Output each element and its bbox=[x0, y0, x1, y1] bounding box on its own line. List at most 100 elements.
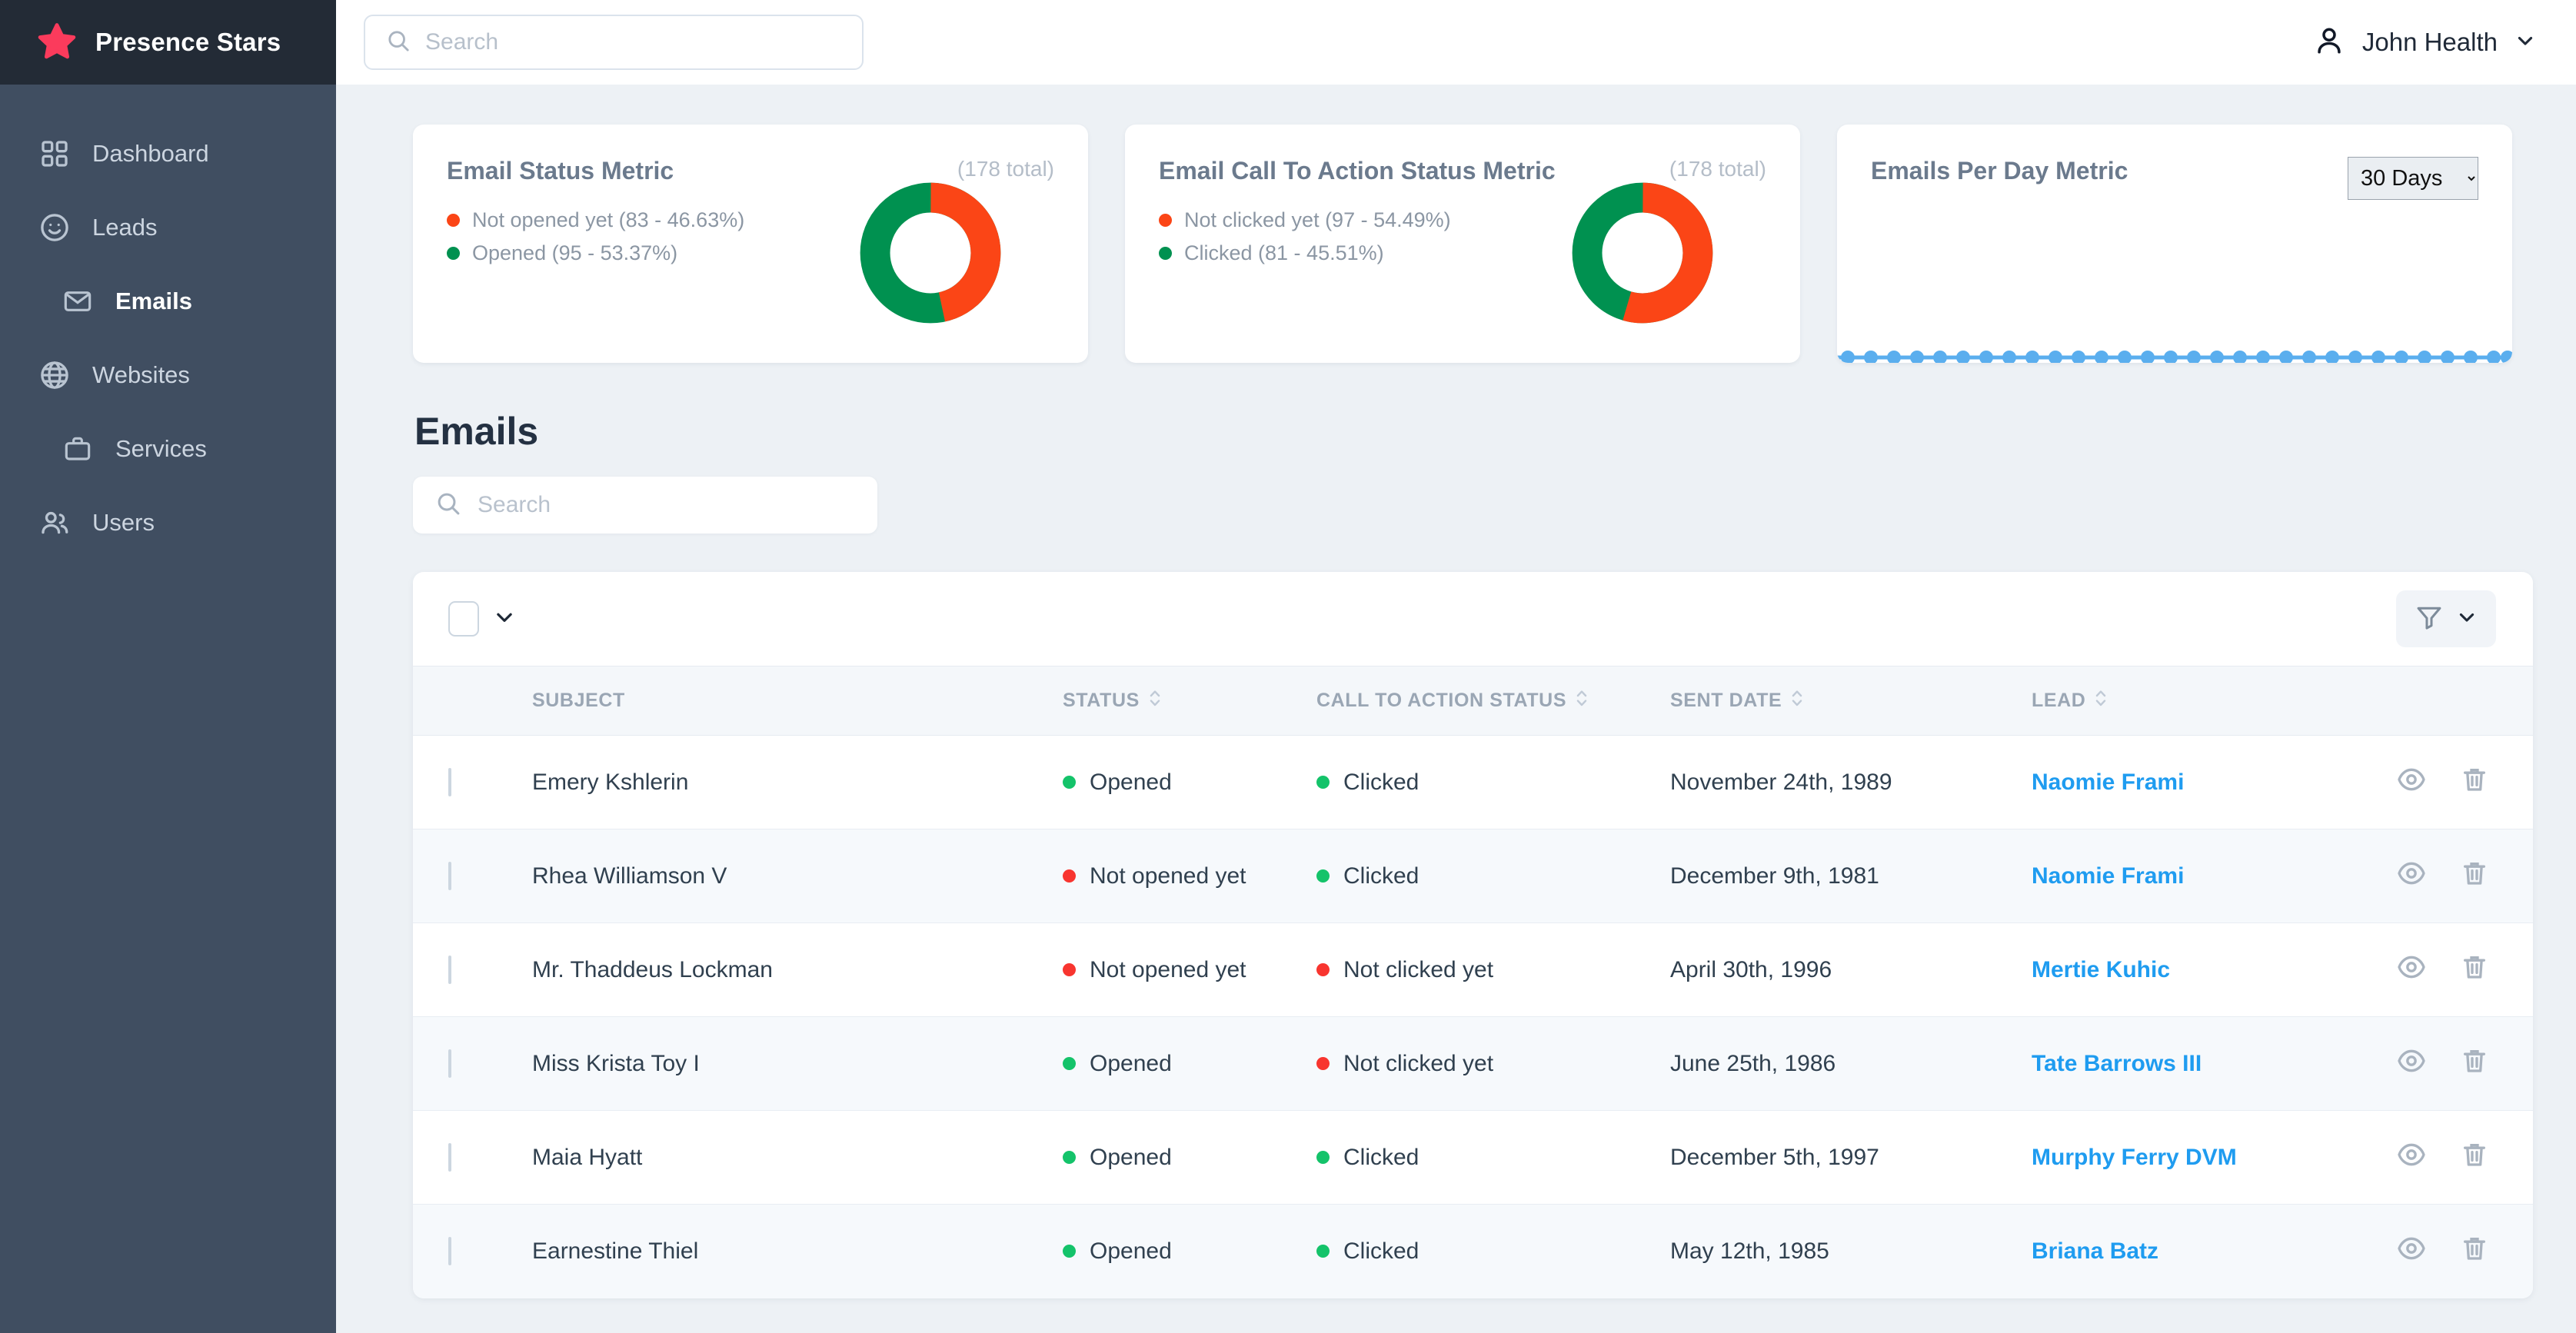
row-checkbox[interactable] bbox=[448, 956, 451, 984]
cell-status: Not opened yet bbox=[1063, 923, 1316, 1017]
trash-icon[interactable] bbox=[2459, 858, 2490, 895]
cell-subject: Miss Krista Toy I bbox=[532, 1017, 1063, 1111]
range-select[interactable]: 30 Days bbox=[2348, 157, 2478, 200]
chevron-down-icon bbox=[2456, 607, 2478, 632]
subject-text: Miss Krista Toy I bbox=[532, 1051, 700, 1076]
sent-date-text: November 24th, 1989 bbox=[1670, 770, 1892, 795]
eye-icon[interactable] bbox=[2396, 858, 2427, 895]
eye-icon[interactable] bbox=[2396, 1139, 2427, 1176]
lead-link[interactable]: Mertie Kuhic bbox=[2032, 957, 2170, 982]
legend-dot bbox=[1159, 214, 1172, 227]
cell-status: Opened bbox=[1063, 1205, 1316, 1298]
th-label: CALL TO ACTION STATUS bbox=[1316, 690, 1566, 712]
eye-icon[interactable] bbox=[2396, 952, 2427, 989]
cell-cta-status: Clicked bbox=[1316, 736, 1670, 829]
eye-icon[interactable] bbox=[2396, 1233, 2427, 1270]
table-row[interactable]: Earnestine Thiel Opened Clicked May 12th… bbox=[413, 1205, 2533, 1298]
legend-label: Opened (95 - 53.37%) bbox=[472, 241, 677, 265]
table-body: Emery Kshlerin Opened Clicked November 2… bbox=[413, 736, 2533, 1298]
sidebar-item-services[interactable]: Services bbox=[0, 412, 336, 486]
table-row[interactable]: Mr. Thaddeus Lockman Not opened yet Not … bbox=[413, 923, 2533, 1017]
chevron-down-icon[interactable] bbox=[493, 606, 516, 633]
lead-link[interactable]: Briana Batz bbox=[2032, 1238, 2158, 1264]
range-select-wrap: 30 Days bbox=[2348, 157, 2478, 200]
search-icon bbox=[434, 490, 462, 521]
row-checkbox[interactable] bbox=[448, 1237, 451, 1265]
search-icon bbox=[385, 28, 411, 58]
lead-link[interactable]: Murphy Ferry DVM bbox=[2032, 1145, 2237, 1170]
row-checkbox[interactable] bbox=[448, 768, 451, 796]
row-checkbox-cell bbox=[413, 829, 532, 923]
row-checkbox-cell bbox=[413, 1017, 532, 1111]
cell-sent-date: December 9th, 1981 bbox=[1670, 829, 2032, 923]
sort-icon bbox=[2095, 686, 2107, 715]
cell-status: Opened bbox=[1063, 1017, 1316, 1111]
table-row[interactable]: Rhea Williamson V Not opened yet Clicked… bbox=[413, 829, 2533, 923]
lead-link[interactable]: Naomie Frami bbox=[2032, 863, 2184, 889]
search-input[interactable] bbox=[425, 29, 842, 55]
status-text: Not opened yet bbox=[1090, 957, 1246, 983]
emails-table-card: SUBJECT STATUS bbox=[413, 572, 2533, 1298]
th-label: STATUS bbox=[1063, 690, 1140, 712]
sidebar-item-dashboard[interactable]: Dashboard bbox=[0, 117, 336, 191]
table-row[interactable]: Maia Hyatt Opened Clicked December 5th, … bbox=[413, 1111, 2533, 1205]
status-text: Opened bbox=[1090, 1145, 1172, 1171]
trash-icon[interactable] bbox=[2459, 1139, 2490, 1176]
emails-search[interactable] bbox=[413, 477, 877, 534]
email-status-metric-card: Email Status Metric (178 total) Not open… bbox=[413, 125, 1088, 363]
sidebar-item-emails[interactable]: Emails bbox=[0, 264, 336, 338]
lead-link[interactable]: Naomie Frami bbox=[2032, 770, 2184, 795]
th-cta-status[interactable]: CALL TO ACTION STATUS bbox=[1316, 666, 1670, 736]
cta-status-dot bbox=[1316, 1057, 1330, 1070]
legend-dot bbox=[1159, 247, 1172, 260]
cell-actions bbox=[2431, 736, 2533, 829]
cell-sent-date: May 12th, 1985 bbox=[1670, 1205, 2032, 1298]
cta-status-text: Clicked bbox=[1343, 770, 1419, 796]
cell-subject: Maia Hyatt bbox=[532, 1111, 1063, 1205]
row-checkbox[interactable] bbox=[448, 1143, 451, 1172]
th-label: SUBJECT bbox=[532, 690, 625, 712]
eye-icon[interactable] bbox=[2396, 764, 2427, 801]
row-checkbox[interactable] bbox=[448, 862, 451, 890]
sidebar-item-leads[interactable]: Leads bbox=[0, 191, 336, 264]
cta-status-dot bbox=[1316, 869, 1330, 883]
global-search[interactable] bbox=[364, 15, 864, 70]
card-title: Email Status Metric bbox=[447, 157, 674, 185]
emails-per-day-metric-card: Emails Per Day Metric 30 Days bbox=[1837, 125, 2512, 363]
row-checkbox-cell bbox=[413, 923, 532, 1017]
legend-dot bbox=[447, 214, 460, 227]
th-lead[interactable]: LEAD bbox=[2032, 666, 2431, 736]
brand-header[interactable]: Presence Stars bbox=[0, 0, 336, 85]
subject-text: Mr. Thaddeus Lockman bbox=[532, 957, 773, 982]
emails-search-input[interactable] bbox=[478, 492, 856, 518]
th-status[interactable]: STATUS bbox=[1063, 666, 1316, 736]
row-checkbox[interactable] bbox=[448, 1049, 451, 1078]
sidebar-item-websites[interactable]: Websites bbox=[0, 338, 336, 412]
brand-name: Presence Stars bbox=[95, 28, 281, 57]
cell-subject: Emery Kshlerin bbox=[532, 736, 1063, 829]
th-sent-date[interactable]: SENT DATE bbox=[1670, 666, 2032, 736]
eye-icon[interactable] bbox=[2396, 1045, 2427, 1082]
table-row[interactable]: Miss Krista Toy I Opened Not clicked yet… bbox=[413, 1017, 2533, 1111]
select-all-checkbox[interactable] bbox=[448, 601, 479, 637]
email-cta-status-metric-card: Email Call To Action Status Metric (178 … bbox=[1125, 125, 1800, 363]
email-cta-donut-chart bbox=[1569, 180, 1716, 326]
status-text: Opened bbox=[1090, 1051, 1172, 1077]
user-menu[interactable]: John Health bbox=[2313, 25, 2536, 61]
cell-actions bbox=[2431, 923, 2533, 1017]
cell-lead: Mertie Kuhic bbox=[2032, 923, 2431, 1017]
trash-icon[interactable] bbox=[2459, 952, 2490, 989]
trash-icon[interactable] bbox=[2459, 1045, 2490, 1082]
lead-link[interactable]: Tate Barrows III bbox=[2032, 1051, 2202, 1076]
cell-lead: Briana Batz bbox=[2032, 1205, 2431, 1298]
table-row[interactable]: Emery Kshlerin Opened Clicked November 2… bbox=[413, 736, 2533, 829]
sidebar-item-users[interactable]: Users bbox=[0, 486, 336, 560]
cta-status-text: Clicked bbox=[1343, 1238, 1419, 1265]
trash-icon[interactable] bbox=[2459, 764, 2490, 801]
page-content: Email Status Metric (178 total) Not open… bbox=[336, 85, 2576, 1333]
th-label: SENT DATE bbox=[1670, 690, 1782, 712]
cta-status-dot bbox=[1316, 1245, 1330, 1258]
trash-icon[interactable] bbox=[2459, 1233, 2490, 1270]
user-name: John Health bbox=[2362, 28, 2498, 57]
filter-button[interactable] bbox=[2396, 590, 2496, 647]
